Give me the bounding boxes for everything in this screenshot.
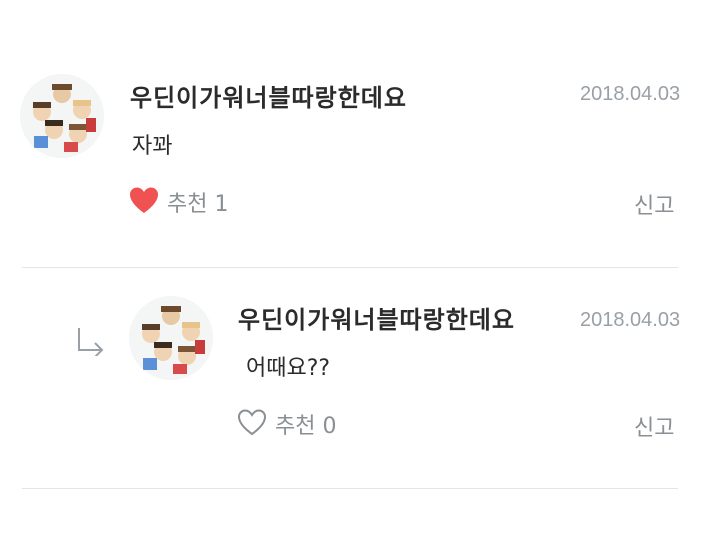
- reply-date: 2018.04.03: [580, 309, 681, 331]
- report-button[interactable]: 신고: [634, 188, 674, 220]
- reply-arrow-icon: [76, 326, 106, 360]
- avatar[interactable]: [20, 74, 104, 158]
- like-count-label: 추천 0: [275, 414, 337, 439]
- heart-outline-icon: [237, 408, 267, 440]
- like-count-label: 추천 1: [167, 192, 229, 217]
- heart-filled-icon: [129, 186, 159, 218]
- comment-date: 2018.04.03: [580, 83, 681, 105]
- report-button[interactable]: 신고: [634, 410, 674, 442]
- divider: [22, 267, 678, 268]
- divider: [22, 488, 678, 489]
- reply-text: 어때요??: [246, 356, 331, 381]
- comment-text: 자꽈: [132, 134, 173, 159]
- reply-username[interactable]: 우딘이가워너블따랑한데요: [238, 300, 515, 335]
- like-button[interactable]: 추천 0: [237, 408, 336, 440]
- avatar[interactable]: [129, 296, 213, 380]
- comment-username[interactable]: 우딘이가워너블따랑한데요: [130, 78, 407, 113]
- like-button[interactable]: 추천 1: [129, 186, 228, 218]
